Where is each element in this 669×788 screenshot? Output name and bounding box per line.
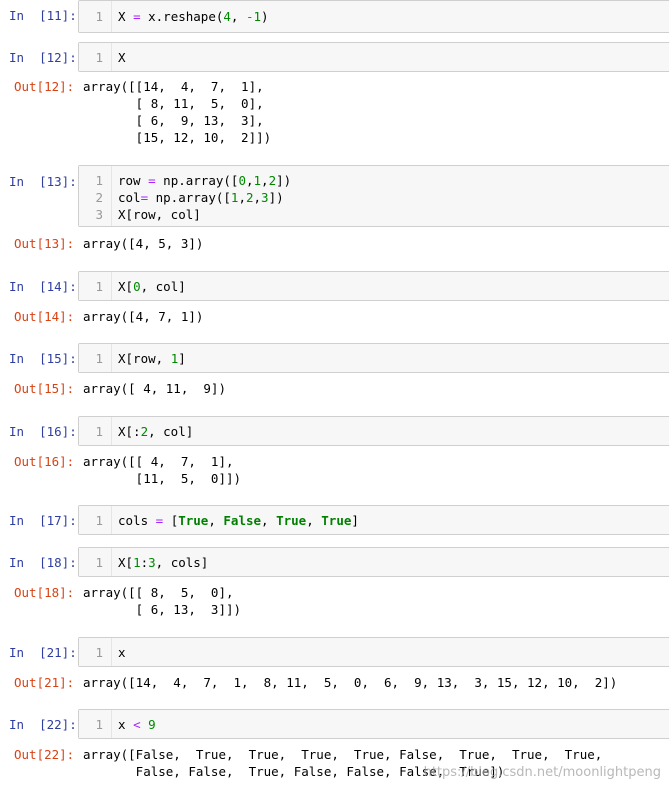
- output-prompt: Out[21]:: [14, 675, 75, 690]
- code-line: X = x.reshape(4, -1): [118, 9, 269, 24]
- input-prompt: In [13]:: [9, 174, 77, 189]
- code-line: x: [118, 645, 126, 660]
- output-text: array([4, 7, 1]): [83, 309, 204, 324]
- output-text: array([[14, 4, 7, 1], [ 8, 11, 5, 0], [ …: [83, 79, 272, 145]
- output-prompt: Out[14]:: [14, 309, 75, 324]
- output-prompt: Out[18]:: [14, 585, 75, 600]
- line-number: 1: [95, 717, 103, 732]
- code-line: col= np.array([1,2,3]): [118, 190, 284, 205]
- line-gutter: 1: [79, 272, 112, 300]
- output-prompt: Out[22]:: [14, 747, 75, 762]
- input-prompt: In [22]:: [9, 717, 77, 732]
- code-line: cols = [True, False, True, True]: [118, 513, 359, 528]
- line-number: 1: [95, 279, 103, 294]
- input-prompt: In [17]:: [9, 513, 77, 528]
- line-number: 1: [95, 173, 103, 188]
- line-gutter: 1: [79, 506, 112, 534]
- code-line: X[1:3, cols]: [118, 555, 209, 570]
- line-number: 1: [95, 50, 103, 65]
- code-input[interactable]: 1 x < 9: [78, 709, 669, 739]
- code-input[interactable]: 1 X[:2, col]: [78, 416, 669, 446]
- line-gutter: 1: [79, 638, 112, 666]
- code-line: X: [118, 50, 126, 65]
- output-text: array([ 4, 11, 9]): [83, 381, 226, 396]
- input-prompt: In [11]:: [9, 8, 77, 23]
- line-number: 1: [95, 645, 103, 660]
- output-prompt: Out[13]:: [14, 236, 75, 251]
- output-text: array([14, 4, 7, 1, 8, 11, 5, 0, 6, 9, 1…: [83, 675, 618, 690]
- input-prompt: In [12]:: [9, 50, 77, 65]
- line-number: 1: [95, 555, 103, 570]
- line-number: 3: [95, 207, 103, 222]
- input-prompt: In [16]:: [9, 424, 77, 439]
- watermark: https://blog.csdn.net/moonlightpeng: [423, 765, 661, 780]
- code-input[interactable]: 1 X = x.reshape(4, -1): [78, 0, 669, 33]
- line-gutter: 1: [79, 344, 112, 372]
- code-input[interactable]: 1 X[1:3, cols]: [78, 547, 669, 577]
- input-prompt: In [18]:: [9, 555, 77, 570]
- code-input[interactable]: 1 2 3 row = np.array([0,1,2]) col= np.ar…: [78, 165, 669, 227]
- line-number: 1: [95, 513, 103, 528]
- code-input[interactable]: 1 X[row, 1]: [78, 343, 669, 373]
- line-gutter: 1 2 3: [79, 166, 112, 226]
- code-line: X[:2, col]: [118, 424, 194, 439]
- line-number: 1: [95, 424, 103, 439]
- line-gutter: 1: [79, 1, 112, 32]
- code-line: X[row, col]: [118, 207, 201, 222]
- output-text: array([[ 8, 5, 0], [ 6, 13, 3]]): [83, 585, 242, 617]
- notebook: In [11]: 1 X = x.reshape(4, -1) In [12]:…: [0, 0, 669, 788]
- code-line: row = np.array([0,1,2]): [118, 173, 292, 188]
- line-number: 2: [95, 190, 103, 205]
- code-line: x < 9: [118, 717, 156, 732]
- line-gutter: 1: [79, 710, 112, 738]
- line-number: 1: [95, 351, 103, 366]
- line-gutter: 1: [79, 43, 112, 71]
- line-gutter: 1: [79, 548, 112, 576]
- line-number: 1: [95, 9, 103, 24]
- output-prompt: Out[15]:: [14, 381, 75, 396]
- input-prompt: In [21]:: [9, 645, 77, 660]
- input-prompt: In [14]:: [9, 279, 77, 294]
- output-prompt: Out[12]:: [14, 79, 75, 94]
- code-input[interactable]: 1 cols = [True, False, True, True]: [78, 505, 669, 535]
- line-gutter: 1: [79, 417, 112, 445]
- code-input[interactable]: 1 x: [78, 637, 669, 667]
- code-line: X[0, col]: [118, 279, 186, 294]
- code-input[interactable]: 1 X[0, col]: [78, 271, 669, 301]
- code-line: X[row, 1]: [118, 351, 186, 366]
- code-input[interactable]: 1 X: [78, 42, 669, 72]
- output-prompt: Out[16]:: [14, 454, 75, 469]
- output-text: array([4, 5, 3]): [83, 236, 204, 251]
- input-prompt: In [15]:: [9, 351, 77, 366]
- output-text: array([[ 4, 7, 1], [11, 5, 0]]): [83, 454, 242, 486]
